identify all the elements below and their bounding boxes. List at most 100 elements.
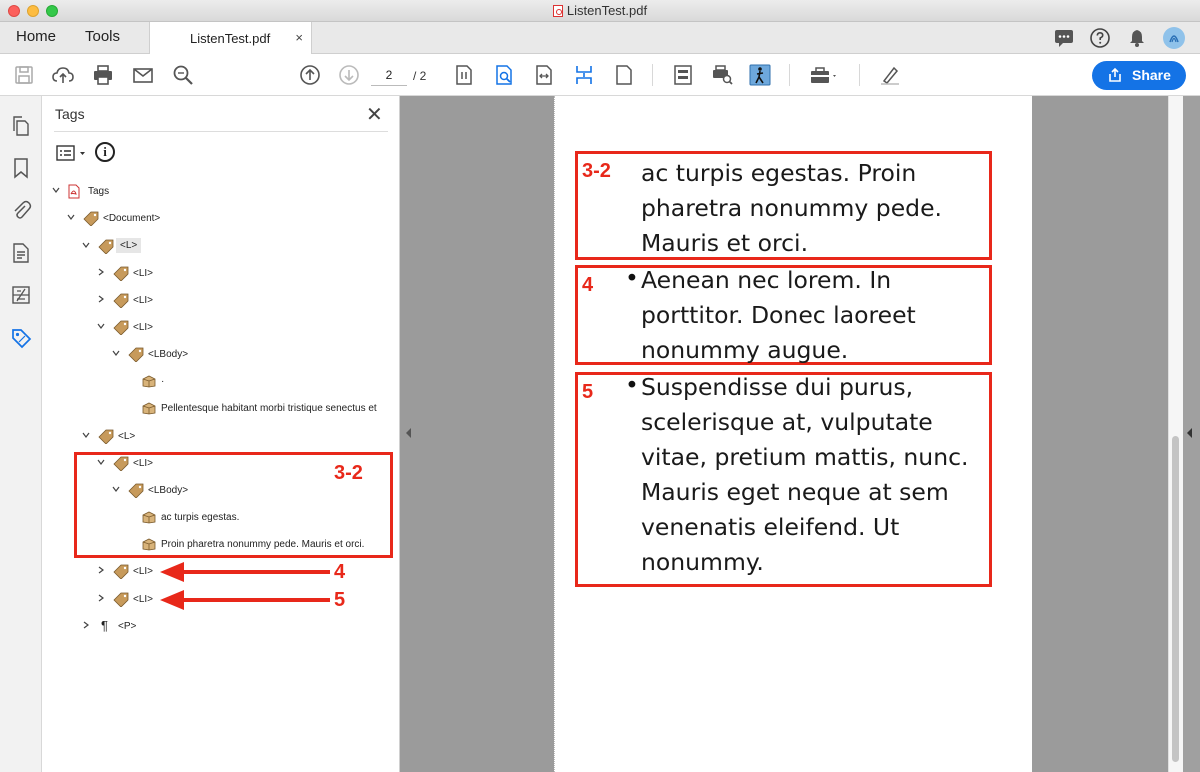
save-icon[interactable]	[12, 63, 36, 87]
tab-home[interactable]: Home	[16, 28, 56, 45]
attachment-icon[interactable]	[10, 199, 32, 221]
scrolling-mode-icon[interactable]	[572, 63, 596, 87]
search-icon[interactable]	[171, 63, 195, 87]
list-item-text-line: nonummy.	[641, 548, 764, 576]
form-fields-icon[interactable]	[671, 63, 695, 87]
list-bullet: •	[625, 264, 639, 292]
tree-node-list-body[interactable]: <LBody>	[112, 345, 312, 365]
user-avatar-icon[interactable]	[1162, 26, 1186, 50]
fit-page-icon[interactable]	[452, 63, 476, 87]
document-tab-label: ListenTest.pdf	[190, 31, 271, 46]
tree-node-document[interactable]: <Document>	[67, 209, 267, 229]
print-preview-icon[interactable]	[710, 63, 734, 87]
single-page-icon[interactable]	[612, 63, 636, 87]
read-aloud-icon[interactable]	[748, 63, 772, 87]
zoom-page-icon[interactable]	[492, 63, 516, 87]
expand-right-panel-icon[interactable]	[1186, 427, 1194, 439]
tree-node-list-item[interactable]: <LI>	[97, 291, 297, 311]
chevron-right-icon[interactable]	[97, 295, 105, 303]
window-title: ListenTest.pdf	[0, 3, 1200, 18]
tree-node-content[interactable]: ·	[142, 372, 242, 392]
collapse-left-panel-icon[interactable]	[405, 427, 413, 439]
order-panel-icon[interactable]	[10, 284, 32, 306]
annotation-label-5-document: 5	[582, 381, 594, 403]
annotation-label-4: 4	[334, 561, 346, 583]
email-icon[interactable]	[131, 63, 155, 87]
list-item-text-line: Mauris eget neque at sem	[641, 478, 949, 506]
next-page-icon[interactable]	[337, 63, 361, 87]
tab-tools[interactable]: Tools	[85, 28, 120, 45]
chevron-down-icon[interactable]	[82, 431, 90, 439]
tree-node-list-item[interactable]: <LI>	[97, 264, 297, 284]
content-box-icon	[142, 402, 156, 415]
annotation-label-3-2: 3-2	[334, 462, 363, 484]
tree-node-paragraph[interactable]: ¶ <P>	[82, 617, 182, 637]
content-box-icon	[142, 375, 156, 388]
share-button[interactable]: Share	[1092, 61, 1186, 90]
upload-cloud-icon[interactable]	[51, 63, 75, 87]
tag-info-icon[interactable]: i	[95, 142, 115, 162]
list-item-text-line: ac turpis egestas. Proin	[641, 159, 917, 187]
list-item-text-line: pharetra nonummy pede.	[641, 194, 943, 222]
tree-label: <L>	[116, 238, 142, 253]
page-thumbnails-icon[interactable]	[10, 115, 32, 137]
previous-page-icon[interactable]	[298, 63, 322, 87]
tree-node-content[interactable]: Pellentesque habitant morbi tristique se…	[142, 399, 392, 419]
share-button-label: Share	[1132, 67, 1171, 83]
list-item-text-line: venenatis eleifend. Ut	[641, 513, 900, 541]
comment-icon[interactable]	[1053, 27, 1075, 49]
tags-panel-icon[interactable]	[10, 327, 32, 349]
tree-node-list-selected[interactable]: <L>	[82, 237, 282, 257]
tree-label: <LI>	[133, 594, 154, 605]
page-total: / 2	[413, 69, 427, 83]
options-menu-icon[interactable]	[56, 144, 90, 162]
tag-icon	[98, 429, 114, 444]
chevron-right-icon[interactable]	[97, 594, 105, 602]
navigation-rail	[0, 96, 42, 772]
fit-width-icon[interactable]	[532, 63, 556, 87]
main-toolbar: 2 / 2 Share	[0, 54, 1200, 96]
chevron-right-icon[interactable]	[82, 621, 90, 629]
window-title-bar: ListenTest.pdf	[0, 0, 1200, 22]
pdf-file-icon	[552, 5, 563, 17]
close-panel-button[interactable]: ✕	[366, 102, 383, 127]
tools-briefcase-icon[interactable]	[808, 63, 840, 87]
notification-bell-icon[interactable]	[1126, 27, 1148, 49]
chevron-right-icon[interactable]	[97, 268, 105, 276]
tab-document[interactable]: ListenTest.pdf ×	[149, 22, 312, 55]
annotation-label-4-document: 4	[582, 274, 594, 296]
tags-panel-title: Tags	[55, 106, 85, 122]
app-tab-bar: Home Tools ListenTest.pdf ×	[0, 22, 1200, 55]
chevron-down-icon[interactable]	[112, 349, 120, 357]
annotation-label-5: 5	[334, 589, 346, 611]
chevron-down-icon[interactable]	[82, 241, 90, 249]
tag-icon	[98, 239, 114, 254]
annotation-label-3-2-document: 3-2	[582, 160, 611, 182]
list-item-text-line: vitae, pretium mattis, nunc.	[641, 443, 969, 471]
scrollbar-thumb[interactable]	[1172, 436, 1179, 762]
pilcrow-icon: ¶	[101, 618, 108, 633]
list-item-text-line: nonummy augue.	[641, 336, 849, 364]
chevron-right-icon[interactable]	[97, 566, 105, 574]
chevron-down-icon[interactable]	[67, 213, 75, 221]
annotation-arrow-4	[160, 562, 330, 582]
tree-label: <LI>	[133, 322, 154, 333]
chevron-down-icon[interactable]	[52, 186, 60, 194]
tree-label: <LI>	[133, 295, 154, 306]
content-document-icon[interactable]	[10, 242, 32, 264]
tree-node-list[interactable]: <L>	[82, 427, 282, 447]
tree-label: <P>	[118, 621, 137, 632]
chevron-down-icon[interactable]	[97, 322, 105, 330]
panel-divider	[54, 131, 388, 132]
toolbar-divider	[789, 64, 790, 86]
highlight-pen-icon[interactable]	[878, 63, 902, 87]
bookmark-icon[interactable]	[10, 157, 32, 179]
print-icon[interactable]	[91, 63, 115, 87]
help-icon[interactable]	[1089, 27, 1111, 49]
tag-icon	[113, 266, 129, 281]
tree-label: Tags	[88, 186, 110, 197]
page-number-input[interactable]: 2	[371, 64, 407, 86]
close-tab-button[interactable]: ×	[295, 30, 303, 45]
tree-node-tags-root[interactable]: Tags	[52, 182, 252, 202]
tree-node-list-item[interactable]: <LI>	[97, 318, 297, 338]
